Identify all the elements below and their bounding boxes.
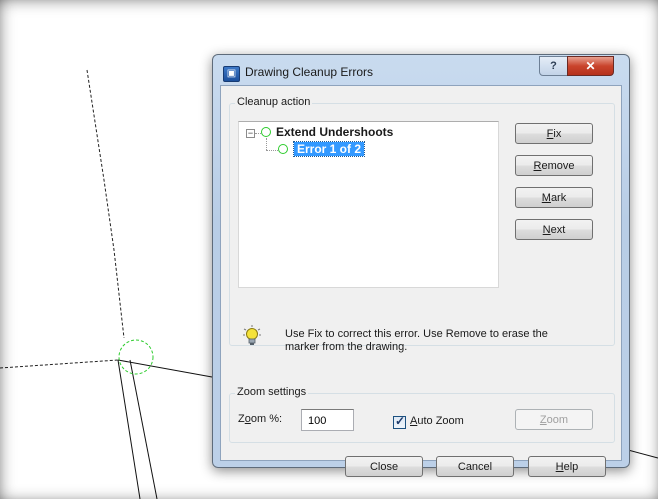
remove-button[interactable]: Remove: [515, 155, 593, 176]
dialog-titlebar[interactable]: ▣ Drawing Cleanup Errors ? ✕: [213, 55, 629, 87]
app-icon: ▣: [223, 66, 240, 82]
tree-root-extend-undershoots[interactable]: Extend Undershoots: [276, 125, 393, 139]
error-marker-circle: [118, 339, 154, 375]
info-message: Use Fix to correct this error. Use Remov…: [285, 328, 548, 353]
zoom-percent-label: Zoom %:: [238, 413, 283, 425]
zoom-percent-input[interactable]: 100: [301, 409, 354, 431]
cleanup-action-label: Cleanup action: [235, 96, 313, 108]
road-right-edge: [129, 359, 158, 499]
next-button[interactable]: Next: [515, 219, 593, 240]
line-beyond-dialog: [627, 449, 658, 459]
help-icon[interactable]: ?: [539, 56, 568, 76]
checkmark-icon: ✓: [395, 414, 406, 428]
fix-button[interactable]: Fix: [515, 123, 593, 144]
dashed-boundary-line-horizontal: [0, 359, 119, 369]
error-tree-view[interactable]: − Extend Undershoots Error 1 of 2: [238, 121, 499, 288]
error-node-icon: [278, 144, 288, 154]
collapse-icon[interactable]: −: [246, 129, 255, 138]
auto-zoom-checkbox[interactable]: ✓: [393, 414, 406, 429]
dialog-title: Drawing Cleanup Errors: [245, 65, 374, 79]
zoom-settings-label: Zoom settings: [235, 386, 309, 398]
help-button[interactable]: Help: [528, 456, 606, 477]
tree-item-error-1-of-2[interactable]: Error 1 of 2: [292, 141, 366, 157]
dialog-client-area: Cleanup action − Extend Undershoots Erro…: [220, 85, 622, 477]
extend-undershoots-node-icon: [261, 127, 271, 137]
zoom-button[interactable]: Zoom: [515, 409, 593, 430]
mark-button[interactable]: Mark: [515, 187, 593, 208]
lightbulb-icon: [243, 325, 261, 345]
cancel-button[interactable]: Cancel: [436, 456, 514, 477]
road-left-edge: [117, 359, 141, 499]
close-icon[interactable]: ✕: [567, 56, 614, 76]
close-button[interactable]: Close: [345, 456, 423, 477]
drawing-cleanup-errors-dialog: ▣ Drawing Cleanup Errors ? ✕ Cleanup act…: [212, 54, 630, 477]
auto-zoom-label[interactable]: Auto Zoom: [410, 415, 464, 427]
dashed-boundary-line-vertical: [86, 69, 125, 339]
